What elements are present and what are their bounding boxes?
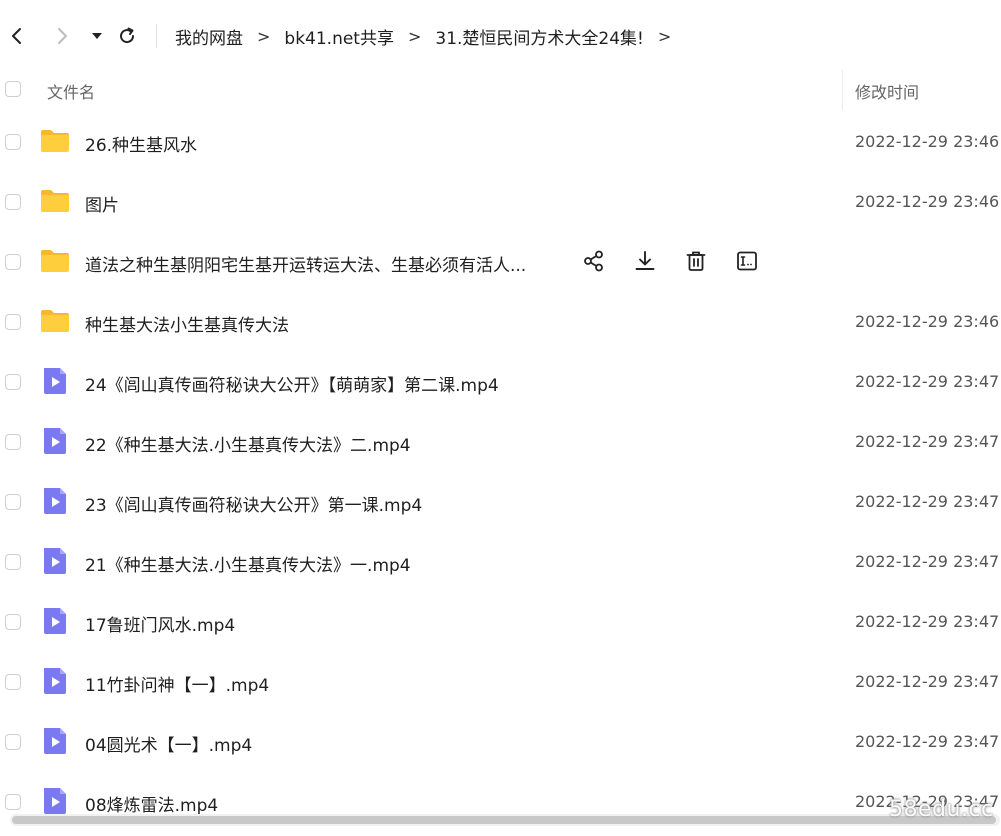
column-header-name[interactable]: 文件名 bbox=[47, 79, 95, 103]
scrollbar-thumb[interactable] bbox=[12, 816, 996, 824]
table-row[interactable]: 04圆光术【一】.mp4 2022-12-29 23:47 bbox=[0, 712, 1001, 772]
file-name[interactable]: 17鲁班门风水.mp4 bbox=[85, 611, 235, 636]
video-file-icon bbox=[44, 368, 66, 394]
video-file-icon bbox=[44, 728, 66, 754]
video-file-icon bbox=[44, 428, 66, 454]
share-icon bbox=[584, 250, 603, 272]
row-actions bbox=[580, 246, 784, 276]
download-button[interactable] bbox=[631, 247, 659, 275]
file-name[interactable]: 道法之种生基阴阳宅生基开运转运大法、生基必须有活人... bbox=[85, 251, 526, 276]
row-checkbox[interactable] bbox=[5, 134, 21, 150]
table-row[interactable]: 23《闾山真传画符秘诀大公开》第一课.mp4 2022-12-29 23:47 bbox=[0, 472, 1001, 532]
row-checkbox[interactable] bbox=[5, 254, 21, 270]
file-name[interactable]: 26.种生基风水 bbox=[85, 131, 197, 156]
top-navigation-bar: 我的网盘 > bk41.net共享 > 31.楚恒民间方术大全24集! > bbox=[0, 0, 1001, 70]
select-all-checkbox[interactable] bbox=[5, 81, 21, 97]
folder-icon bbox=[41, 310, 69, 332]
chevron-left-icon bbox=[12, 28, 21, 44]
modified-time: 2022-12-29 23:47 bbox=[855, 432, 1000, 451]
forward-button[interactable] bbox=[48, 22, 76, 50]
row-checkbox[interactable] bbox=[5, 194, 21, 210]
video-file-icon bbox=[44, 548, 66, 574]
history-dropdown-button[interactable] bbox=[83, 22, 111, 50]
folder-icon bbox=[41, 190, 69, 212]
modified-time: 2022-12-29 23:47 bbox=[855, 672, 1000, 691]
file-name[interactable]: 种生基大法小生基真传大法 bbox=[85, 311, 289, 336]
file-manager-page: 我的网盘 > bk41.net共享 > 31.楚恒民间方术大全24集! > 文件… bbox=[0, 0, 1001, 836]
row-checkbox[interactable] bbox=[5, 494, 21, 510]
video-file-icon bbox=[44, 668, 66, 694]
table-row[interactable]: 11竹卦问神【一】.mp4 2022-12-29 23:47 bbox=[0, 652, 1001, 712]
table-row[interactable]: 21《种生基大法.小生基真传大法》一.mp4 2022-12-29 23:47 bbox=[0, 532, 1001, 592]
file-name[interactable]: 23《闾山真传画符秘诀大公开》第一课.mp4 bbox=[85, 491, 422, 516]
delete-button[interactable] bbox=[682, 247, 710, 275]
download-icon bbox=[635, 251, 655, 270]
file-name[interactable]: 22《种生基大法.小生基真传大法》二.mp4 bbox=[85, 431, 411, 456]
watermark: 58edu.cc bbox=[889, 797, 994, 822]
back-button[interactable] bbox=[3, 22, 31, 50]
modified-time: 2022-12-29 23:47 bbox=[855, 552, 1000, 571]
file-name[interactable]: 04圆光术【一】.mp4 bbox=[85, 731, 252, 756]
file-name[interactable]: 24《闾山真传画符秘诀大公开》【萌萌家】第二课.mp4 bbox=[85, 371, 499, 396]
row-checkbox[interactable] bbox=[5, 434, 21, 450]
table-row[interactable]: 22《种生基大法.小生基真传大法》二.mp4 2022-12-29 23:47 bbox=[0, 412, 1001, 472]
folder-icon bbox=[41, 250, 69, 272]
table-row[interactable]: 种生基大法小生基真传大法 2022-12-29 23:46 bbox=[0, 292, 1001, 352]
table-header: 文件名 修改时间 bbox=[0, 70, 1001, 110]
refresh-icon bbox=[120, 27, 135, 44]
horizontal-scrollbar[interactable] bbox=[10, 814, 1000, 826]
modified-time: 2022-12-29 23:47 bbox=[855, 492, 1000, 511]
row-checkbox[interactable] bbox=[5, 674, 21, 690]
table-row-hovered[interactable]: 道法之种生基阴阳宅生基开运转运大法、生基必须有活人... bbox=[0, 232, 1001, 292]
row-checkbox[interactable] bbox=[5, 314, 21, 330]
breadcrumb: 我的网盘 > bk41.net共享 > 31.楚恒民间方术大全24集! > bbox=[175, 24, 685, 49]
column-divider[interactable] bbox=[842, 70, 843, 110]
file-name[interactable]: 08烽炼雷法.mp4 bbox=[85, 791, 218, 816]
row-checkbox[interactable] bbox=[5, 614, 21, 630]
row-checkbox[interactable] bbox=[5, 554, 21, 570]
file-name[interactable]: 11竹卦问神【一】.mp4 bbox=[85, 671, 269, 696]
rename-button[interactable] bbox=[733, 247, 761, 275]
breadcrumb-item-root[interactable]: 我的网盘 bbox=[175, 24, 243, 49]
table-row[interactable]: 26.种生基风水 2022-12-29 23:46 bbox=[0, 112, 1001, 172]
modified-time: 2022-12-29 23:46 bbox=[855, 192, 1000, 211]
caret-down-icon bbox=[92, 33, 102, 39]
folder-icon bbox=[41, 130, 69, 152]
refresh-button[interactable] bbox=[113, 22, 141, 50]
breadcrumb-separator: > bbox=[257, 26, 271, 46]
file-name[interactable]: 21《种生基大法.小生基真传大法》一.mp4 bbox=[85, 551, 411, 576]
delete-icon bbox=[686, 251, 706, 271]
table-row[interactable]: 17鲁班门风水.mp4 2022-12-29 23:47 bbox=[0, 592, 1001, 652]
video-file-icon bbox=[44, 788, 66, 814]
table-row[interactable]: 24《闾山真传画符秘诀大公开》【萌萌家】第二课.mp4 2022-12-29 2… bbox=[0, 352, 1001, 412]
table-row[interactable]: 图片 2022-12-29 23:46 bbox=[0, 172, 1001, 232]
breadcrumb-item-share[interactable]: bk41.net共享 bbox=[284, 24, 394, 49]
modified-time: 2022-12-29 23:46 bbox=[855, 132, 1000, 151]
rename-icon bbox=[737, 251, 757, 271]
modified-time: 2022-12-29 23:47 bbox=[855, 732, 1000, 751]
row-checkbox[interactable] bbox=[5, 374, 21, 390]
breadcrumb-separator: > bbox=[657, 26, 672, 46]
chevron-right-icon bbox=[58, 28, 67, 44]
modified-time: 2022-12-29 23:47 bbox=[855, 372, 1000, 391]
video-file-icon bbox=[44, 608, 66, 634]
row-checkbox[interactable] bbox=[5, 794, 21, 810]
modified-time: 2022-12-29 23:47 bbox=[855, 612, 1000, 631]
modified-time: 2022-12-29 23:46 bbox=[855, 312, 1000, 331]
share-button[interactable] bbox=[580, 247, 608, 275]
column-header-modified[interactable]: 修改时间 bbox=[855, 79, 919, 103]
row-checkbox[interactable] bbox=[5, 734, 21, 750]
file-name[interactable]: 图片 bbox=[85, 191, 119, 216]
breadcrumb-separator: > bbox=[407, 26, 422, 46]
video-file-icon bbox=[44, 488, 66, 514]
nav-divider bbox=[156, 24, 157, 48]
breadcrumb-item-current[interactable]: 31.楚恒民间方术大全24集! bbox=[435, 24, 643, 49]
